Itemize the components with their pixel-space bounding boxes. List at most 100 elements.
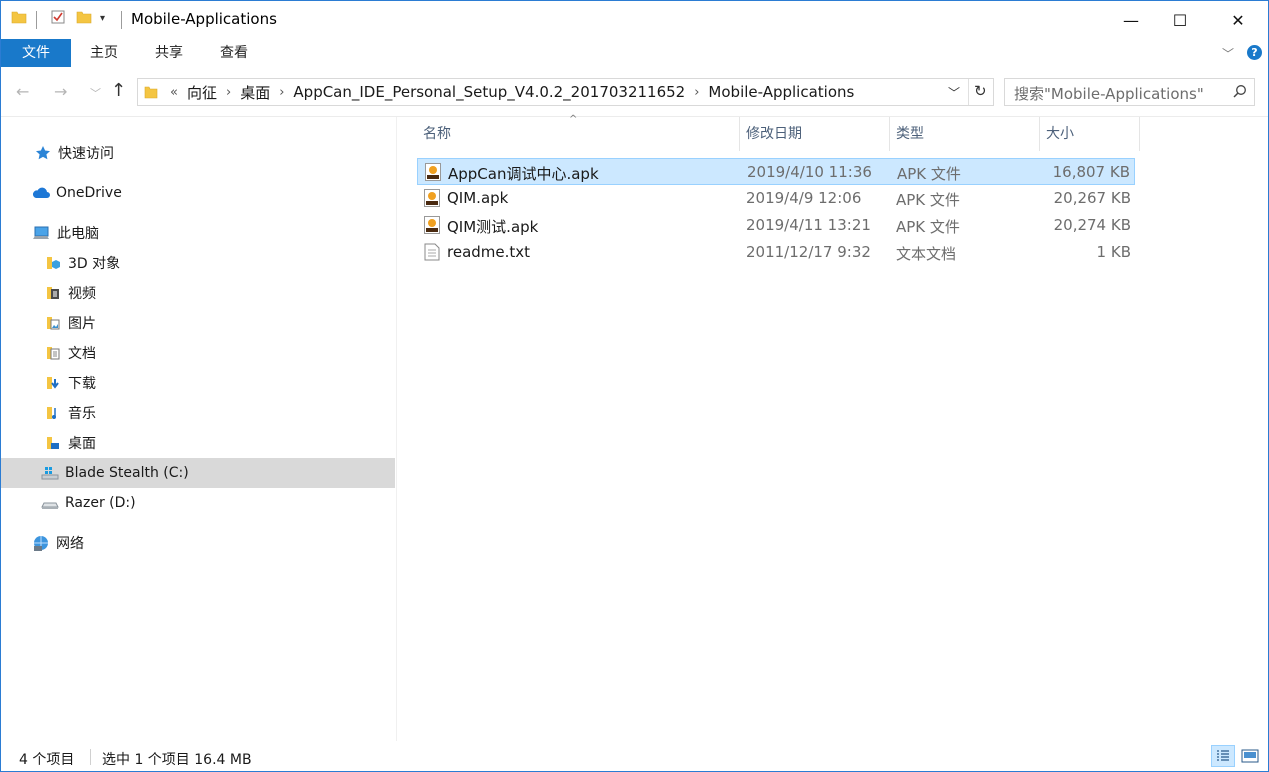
computer-icon: [33, 224, 51, 242]
tab-view[interactable]: 查看: [211, 39, 257, 67]
breadcrumb-setup-folder[interactable]: AppCan_IDE_Personal_Setup_V4.0.2_2017032…: [293, 83, 685, 101]
file-name: QIM测试.apk: [447, 218, 539, 236]
folder-documents-icon: [44, 344, 62, 362]
breadcrumb-user[interactable]: 向征: [187, 82, 217, 103]
refresh-icon[interactable]: ↻: [974, 82, 987, 100]
file-name: AppCan调试中心.apk: [448, 165, 599, 183]
text-file-icon: [424, 243, 440, 261]
windows-drive-icon: [41, 464, 59, 482]
new-folder-icon[interactable]: [76, 9, 92, 25]
search-placeholder: 搜索"Mobile-Applications": [1014, 85, 1204, 103]
selection-info: 选中 1 个项目 16.4 MB: [102, 752, 252, 768]
nav-label: 桌面: [68, 436, 96, 452]
nav-label: 视频: [68, 286, 96, 302]
column-header-size[interactable]: 大小: [1040, 117, 1140, 151]
minimize-button[interactable]: —: [1108, 1, 1154, 39]
expand-ribbon-icon[interactable]: ﹀: [1222, 45, 1234, 62]
nav-pictures[interactable]: 图片: [1, 308, 395, 338]
nav-label: Blade Stealth (C:): [65, 465, 189, 481]
back-arrow-icon[interactable]: ←: [16, 82, 29, 101]
nav-quick-access[interactable]: 快速访问: [1, 138, 395, 168]
apk-icon: [424, 216, 440, 234]
chevron-right-icon[interactable]: ›: [279, 85, 284, 100]
file-date: 2019/4/10 11:36: [747, 163, 872, 181]
star-icon: [34, 144, 52, 162]
folder-pictures-icon: [44, 314, 62, 332]
close-button[interactable]: ✕: [1215, 1, 1261, 39]
file-size: 20,274 KB: [1053, 216, 1131, 234]
nav-desktop[interactable]: 桌面: [1, 428, 395, 458]
title-bar: ▾ Mobile-Applications — ☐ ✕: [1, 1, 1268, 39]
file-type: APK 文件: [896, 218, 960, 236]
forward-arrow-icon[interactable]: →: [54, 82, 67, 101]
recent-locations-icon[interactable]: ﹀: [90, 85, 101, 101]
nav-label: 下载: [68, 376, 96, 392]
nav-label: 3D 对象: [68, 256, 121, 272]
breadcrumb-desktop[interactable]: 桌面: [240, 82, 270, 103]
file-row-appcan[interactable]: AppCan调试中心.apk 2019/4/10 11:36 APK 文件 16…: [417, 158, 1135, 185]
nav-network[interactable]: 网络: [1, 528, 395, 558]
nav-drive-d[interactable]: Razer (D:): [1, 488, 395, 518]
drive-icon: [41, 494, 59, 512]
nav-label: 文档: [68, 346, 96, 362]
address-bar[interactable]: « 向征 › 桌面 › AppCan_IDE_Personal_Setup_V4…: [137, 78, 994, 106]
column-header-date[interactable]: 修改日期: [740, 117, 890, 151]
tab-file[interactable]: 文件: [1, 39, 71, 67]
nav-videos[interactable]: 视频: [1, 278, 395, 308]
address-dropdown-icon[interactable]: ﹀: [948, 84, 960, 101]
file-type: 文本文档: [896, 245, 957, 263]
large-icons-view-button[interactable]: [1238, 745, 1262, 767]
tab-share[interactable]: 共享: [146, 39, 192, 67]
file-size: 16,807 KB: [1052, 163, 1130, 181]
file-type: APK 文件: [897, 165, 961, 183]
folder-3d-icon: [44, 254, 62, 272]
nav-label: Razer (D:): [65, 495, 136, 511]
nav-documents[interactable]: 文档: [1, 338, 395, 368]
nav-music[interactable]: 音乐: [1, 398, 395, 428]
chevron-right-icon[interactable]: ›: [694, 85, 699, 100]
folder-desktop-icon: [44, 434, 62, 452]
chevron-right-icon[interactable]: ›: [226, 85, 231, 100]
folder-downloads-icon: [44, 374, 62, 392]
search-input[interactable]: 搜索"Mobile-Applications": [1004, 78, 1255, 106]
file-row-qim[interactable]: QIM.apk 2019/4/9 12:06 APK 文件 20,267 KB: [417, 185, 1135, 212]
column-header-name[interactable]: 名称: [417, 117, 740, 151]
maximize-button[interactable]: ☐: [1157, 1, 1203, 39]
file-size: 20,267 KB: [1053, 189, 1131, 207]
nav-downloads[interactable]: 下载: [1, 368, 395, 398]
breadcrumb-current[interactable]: Mobile-Applications: [708, 83, 854, 101]
folder-video-icon: [44, 284, 62, 302]
apk-icon: [425, 163, 441, 181]
file-date: 2019/4/11 13:21: [746, 216, 871, 234]
nav-label: OneDrive: [56, 185, 122, 201]
nav-label: 音乐: [68, 406, 96, 422]
file-list: ^ 名称 修改日期 类型 大小 AppCan调试中心.apk 2019/4/10…: [398, 114, 1268, 741]
column-header-type[interactable]: 类型: [890, 117, 1040, 151]
nav-3d-objects[interactable]: 3D 对象: [1, 248, 395, 278]
nav-label: 快速访问: [58, 146, 114, 162]
nav-this-pc[interactable]: 此电脑: [1, 218, 395, 248]
navigation-pane: 快速访问 OneDrive 此电脑 3D 对象 视频 图片 文档 下载 音乐 桌…: [1, 117, 397, 741]
properties-icon[interactable]: [50, 9, 66, 25]
nav-onedrive[interactable]: OneDrive: [1, 178, 395, 208]
nav-drive-c[interactable]: Blade Stealth (C:): [1, 458, 395, 488]
file-name: QIM.apk: [447, 189, 509, 207]
overflow-crumb[interactable]: «: [170, 85, 178, 100]
customize-qat-dropdown-icon[interactable]: ▾: [100, 13, 105, 24]
address-row: ← → ﹀ ↑ « 向征 › 桌面 › AppCan_IDE_Personal_…: [1, 73, 1268, 111]
search-icon[interactable]: [1233, 84, 1247, 102]
file-type: APK 文件: [896, 191, 960, 209]
file-name: readme.txt: [447, 243, 531, 261]
help-icon[interactable]: ?: [1247, 45, 1262, 60]
item-count: 4 个项目: [19, 752, 75, 768]
file-row-qim-test[interactable]: QIM测试.apk 2019/4/11 13:21 APK 文件 20,274 …: [417, 212, 1135, 239]
up-arrow-icon[interactable]: ↑: [111, 80, 126, 101]
details-view-button[interactable]: [1211, 745, 1235, 767]
tab-home[interactable]: 主页: [81, 39, 127, 67]
nav-label: 网络: [56, 536, 84, 552]
file-row-readme[interactable]: readme.txt 2011/12/17 9:32 文本文档 1 KB: [417, 239, 1135, 266]
folder-icon: [11, 9, 27, 25]
apk-icon: [424, 189, 440, 207]
window-title: Mobile-Applications: [131, 10, 277, 28]
explorer-window: ▾ Mobile-Applications — ☐ ✕ 文件 主页 共享 查看 …: [0, 0, 1269, 772]
